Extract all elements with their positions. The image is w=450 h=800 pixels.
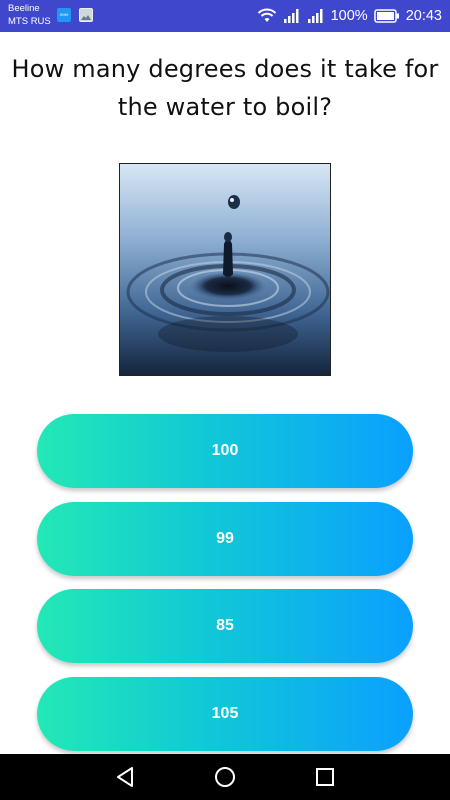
app-notification-icon: ЛМН: [57, 8, 71, 22]
answer-button-1[interactable]: 100: [37, 414, 413, 488]
status-indicators: 100% 20:43: [257, 0, 442, 32]
question-image: [119, 163, 331, 376]
carrier-info: Beeline MTS RUS: [8, 2, 51, 28]
carrier-line-2: MTS RUS: [8, 16, 51, 27]
signal-icon: [283, 9, 299, 23]
clock: 20:43: [405, 8, 442, 24]
navigation-bar: [0, 754, 450, 800]
carrier-line-1: Beeline: [8, 3, 40, 14]
question-text: How many degrees does it take for the wa…: [11, 55, 439, 121]
signal-icon: [307, 9, 323, 23]
water-drop-image: [120, 164, 330, 375]
answer-button-2[interactable]: 99: [37, 502, 413, 576]
home-icon[interactable]: [213, 765, 237, 789]
battery-icon: [373, 9, 399, 23]
answer-button-4[interactable]: 105: [37, 677, 413, 751]
wifi-icon: [257, 8, 276, 22]
recent-apps-icon[interactable]: [313, 765, 337, 789]
battery-percent: 100%: [330, 8, 368, 24]
back-icon[interactable]: [113, 765, 137, 789]
status-bar: Beeline MTS RUS ЛМН 100% 20:43: [0, 0, 450, 32]
image-notification-icon: [79, 8, 93, 22]
answer-button-3[interactable]: 85: [37, 589, 413, 663]
